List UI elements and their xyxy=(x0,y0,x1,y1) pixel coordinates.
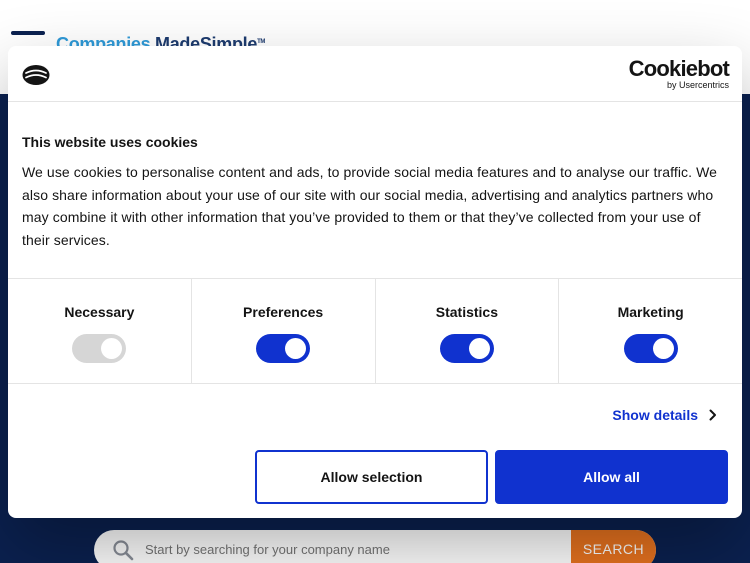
chevron-right-icon xyxy=(709,409,716,421)
necessary-toggle xyxy=(72,334,127,363)
toggle-knob xyxy=(652,338,674,359)
category-statistics: Statistics xyxy=(376,279,560,383)
toggle-knob xyxy=(468,338,490,359)
toggle-knob xyxy=(101,338,123,359)
toggle-knob xyxy=(285,338,307,359)
dialog-title: This website uses cookies xyxy=(22,134,198,150)
allow-all-button[interactable]: Allow all xyxy=(495,450,728,504)
cookie-icon xyxy=(22,65,50,85)
cookiebot-logo[interactable]: Cookiebot by Usercentrics xyxy=(629,58,730,91)
statistics-toggle[interactable] xyxy=(439,334,494,363)
show-details-label: Show details xyxy=(612,407,698,423)
search-button[interactable]: SEARCH xyxy=(571,530,656,563)
company-search-bar: SEARCH xyxy=(94,530,656,563)
dialog-description: We use cookies to personalise content an… xyxy=(22,164,718,248)
category-marketing: Marketing xyxy=(559,279,742,383)
dialog-header: Cookiebot by Usercentrics xyxy=(8,46,742,102)
preferences-toggle[interactable] xyxy=(256,334,311,363)
cookie-consent-dialog: Cookiebot by Usercentrics This website u… xyxy=(8,46,742,518)
category-necessary: Necessary xyxy=(8,279,192,383)
cookie-categories: Necessary Preferences Statistics Marketi… xyxy=(8,278,742,384)
show-details-link[interactable]: Show details xyxy=(612,407,718,423)
category-label: Necessary xyxy=(64,304,135,320)
search-icon xyxy=(113,540,134,561)
hamburger-icon[interactable] xyxy=(11,31,45,35)
marketing-toggle[interactable] xyxy=(623,334,678,363)
allow-selection-button[interactable]: Allow selection xyxy=(255,450,488,504)
category-label: Preferences xyxy=(243,304,324,320)
category-label: Marketing xyxy=(617,304,684,320)
company-search-input[interactable] xyxy=(144,530,569,563)
category-label: Statistics xyxy=(435,304,498,320)
category-preferences: Preferences xyxy=(192,279,376,383)
